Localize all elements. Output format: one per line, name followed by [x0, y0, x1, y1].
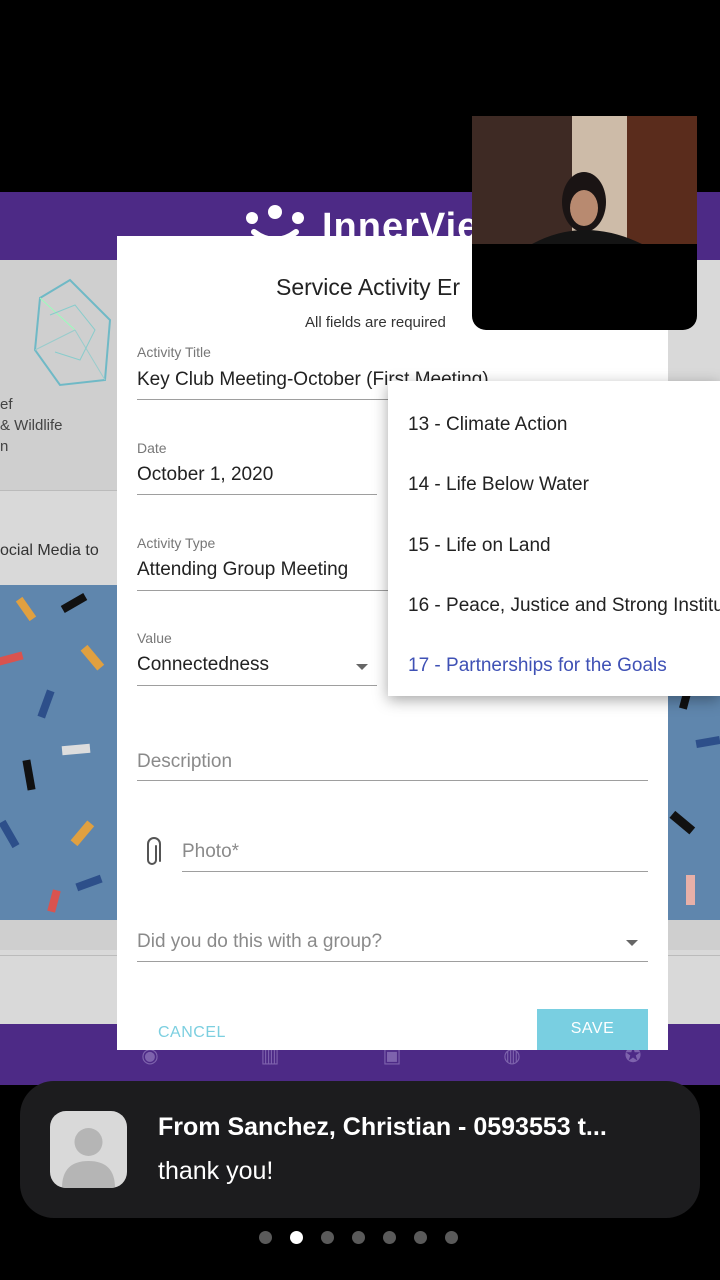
goal-dropdown-menu: 13 - Climate Action 14 - Life Below Wate…: [388, 381, 720, 696]
page-dot[interactable]: [352, 1231, 365, 1244]
description-input[interactable]: Description: [137, 751, 232, 773]
notification-body: thank you!: [158, 1157, 274, 1185]
group-select[interactable]: Did you do this with a group?: [137, 931, 382, 953]
value-select[interactable]: Connectedness: [137, 654, 269, 676]
activity-title-label: Activity Title: [137, 344, 211, 360]
card-caption: ocial Media to: [0, 542, 99, 559]
group-underline: [137, 961, 648, 962]
dialog-subtitle: All fields are required: [305, 314, 446, 331]
menu-item[interactable]: 15 - Life on Land: [408, 535, 551, 557]
legend-label: n: [0, 438, 9, 455]
participant-video-feed: [472, 116, 697, 244]
date-field[interactable]: October 1, 2020: [137, 464, 273, 486]
chart-legend-labels: ef & Wildlife n: [0, 394, 63, 457]
page-indicator: [0, 1230, 720, 1246]
date-underline: [137, 494, 377, 495]
menu-item[interactable]: 13 - Climate Action: [408, 414, 567, 436]
page-dot[interactable]: [414, 1231, 427, 1244]
description-underline: [137, 780, 648, 781]
chevron-down-icon[interactable]: [626, 940, 638, 946]
avatar: [50, 1111, 127, 1188]
divider: [0, 490, 118, 491]
activity-type-label: Activity Type: [137, 535, 216, 551]
save-button[interactable]: SAVE: [537, 1009, 648, 1050]
activity-type-underline: [137, 590, 397, 591]
page-dot[interactable]: [321, 1231, 334, 1244]
menu-item[interactable]: 16 - Peace, Justice and Strong Instituti…: [408, 595, 720, 617]
value-label: Value: [137, 630, 172, 646]
page-dot[interactable]: [259, 1231, 272, 1244]
page-dot[interactable]: [445, 1231, 458, 1244]
activity-type-select[interactable]: Attending Group Meeting: [137, 559, 348, 581]
cancel-button[interactable]: CANCEL: [158, 1024, 226, 1042]
confetti-banner-left: [0, 585, 118, 920]
legend-label: & Wildlife: [0, 417, 63, 434]
paperclip-icon[interactable]: [141, 837, 163, 869]
person-icon: [62, 1128, 115, 1188]
date-label: Date: [137, 440, 167, 456]
chevron-down-icon[interactable]: [356, 664, 368, 670]
message-notification[interactable]: From Sanchez, Christian - 0593553 t... t…: [20, 1081, 700, 1218]
dialog-title: Service Activity Er: [276, 274, 461, 300]
video-call-tile[interactable]: [472, 116, 697, 330]
page-dot-active[interactable]: [290, 1231, 303, 1244]
photo-input[interactable]: Photo*: [182, 841, 239, 863]
menu-item[interactable]: 14 - Life Below Water: [408, 474, 589, 496]
photo-underline: [182, 871, 648, 872]
legend-label: ef: [0, 396, 13, 413]
menu-item-selected[interactable]: 17 - Partnerships for the Goals: [408, 655, 667, 677]
notification-title: From Sanchez, Christian - 0593553 t...: [158, 1113, 607, 1141]
page-dot[interactable]: [383, 1231, 396, 1244]
activity-title-underline: [137, 399, 397, 400]
value-underline: [137, 685, 377, 686]
